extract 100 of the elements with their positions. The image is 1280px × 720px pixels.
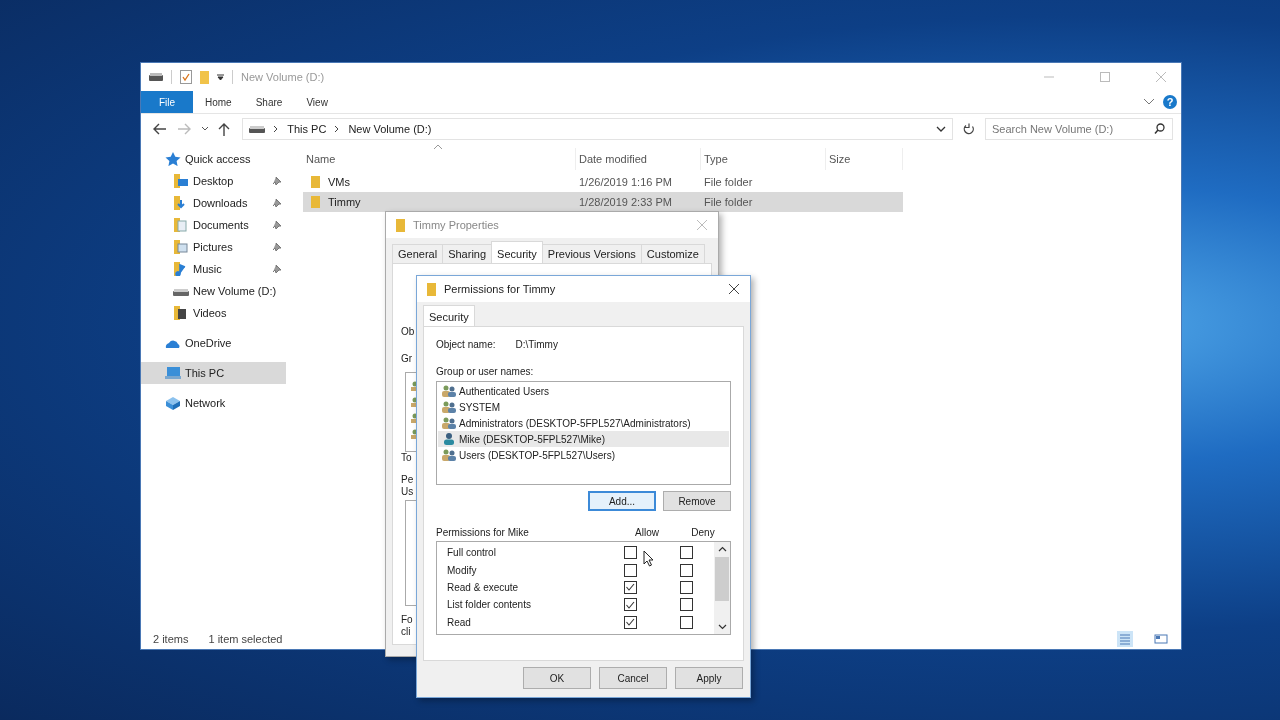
checkbox[interactable] [679, 615, 693, 629]
sidebar-label: New Volume (D:) [193, 285, 278, 297]
sidebar-label: Desktop [193, 175, 235, 187]
file-row[interactable]: VMs 1/26/2019 1:16 PM File folder [303, 172, 903, 192]
sidebar-item[interactable]: Quick access [141, 148, 286, 170]
date-cell-text: 1/28/2019 2:33 PM [578, 196, 673, 208]
dialog-tab[interactable]: Customize [640, 244, 705, 263]
type-cell-text: File folder [703, 196, 754, 208]
label-text: Ob [401, 326, 415, 337]
back-arrow-icon[interactable] [153, 123, 167, 135]
up-arrow-icon[interactable] [218, 122, 231, 136]
dialog-tab[interactable]: Security [491, 241, 543, 263]
checkbox[interactable] [623, 580, 637, 594]
folder-icon [173, 174, 189, 188]
checkbox[interactable] [623, 615, 637, 629]
breadcrumb-item[interactable]: This PC [287, 123, 327, 135]
user-group-icon [442, 417, 456, 429]
ribbon-tab[interactable]: View [294, 91, 340, 113]
checkbox[interactable] [623, 546, 637, 560]
user-list-item[interactable]: Authenticated Users [438, 383, 729, 399]
user-list-item[interactable]: Users (DESKTOP-5FPL527\Users) [438, 447, 729, 463]
caret-icon[interactable] [217, 73, 224, 81]
pin-icon[interactable] [272, 198, 282, 208]
sidebar-item[interactable]: Music [141, 258, 286, 280]
sidebar-item[interactable]: Downloads [141, 192, 286, 214]
status-text: 1 item selected [208, 633, 283, 645]
user-group-icon [442, 401, 456, 413]
pc-icon [165, 366, 181, 380]
folder-icon [311, 196, 320, 208]
scrollbar[interactable] [714, 542, 730, 634]
search-field[interactable]: Search New Volume (D:) [985, 118, 1173, 140]
drive-icon[interactable] [149, 72, 163, 82]
checkbox[interactable] [679, 598, 693, 612]
permission-name: Read [447, 616, 472, 628]
ribbon-tab[interactable]: File [141, 91, 193, 113]
sidebar-item[interactable]: Documents [141, 214, 286, 236]
sidebar-item[interactable]: Desktop [141, 170, 286, 192]
checkbox[interactable] [679, 546, 693, 560]
caret-icon[interactable] [200, 126, 209, 132]
checkbox[interactable] [623, 598, 637, 612]
column-header[interactable]: Size [826, 148, 903, 170]
drive-icon [249, 124, 266, 134]
window-title: New Volume (D:) [241, 71, 325, 83]
sidebar-item[interactable]: Pictures [141, 236, 286, 258]
sidebar-item[interactable]: OneDrive [141, 332, 286, 354]
scroll-up-icon[interactable] [717, 546, 727, 552]
column-header[interactable]: Type [701, 148, 826, 170]
pin-icon[interactable] [272, 242, 282, 252]
file-row[interactable]: Timmy 1/28/2019 2:33 PM File folder [303, 192, 903, 212]
folder-icon [173, 218, 189, 232]
dialog-button[interactable]: Add... [588, 491, 656, 511]
checkbox[interactable] [623, 563, 637, 577]
user-list-item[interactable]: Mike (DESKTOP-5FPL527\Mike) [438, 431, 729, 447]
folder-icon [173, 306, 189, 320]
label-text: Fo [401, 614, 413, 625]
chevron-icon[interactable] [1143, 98, 1155, 106]
sidebar-label: Videos [193, 307, 228, 319]
checklist-icon[interactable] [180, 70, 192, 84]
dialog-button[interactable]: Remove [663, 491, 731, 511]
search-icon[interactable] [1154, 123, 1165, 134]
column-header[interactable]: Date modified [576, 148, 701, 170]
dropdown-icon[interactable] [936, 125, 947, 133]
sidebar-item[interactable]: Videos [141, 302, 286, 324]
permission-name: Modify [447, 564, 478, 576]
column-header: Allow [634, 526, 660, 538]
help-button[interactable]: ? [1163, 95, 1177, 109]
column-header[interactable]: Name [303, 148, 576, 170]
sidebar-item[interactable]: Network [141, 392, 286, 414]
sidebar-item[interactable]: This PC [141, 362, 286, 384]
address-bar[interactable]: This PC New Volume (D:) [242, 118, 954, 140]
user-list-item[interactable]: Administrators (DESKTOP-5FPL527\Administrators) [438, 415, 729, 431]
file-name: VMs [328, 176, 350, 188]
ribbon-tab[interactable]: Share [243, 91, 295, 113]
pin-icon[interactable] [272, 220, 282, 230]
sidebar-item[interactable]: New Volume (D:) [141, 280, 286, 302]
dialog-button[interactable]: OK [523, 667, 591, 689]
folder-icon [427, 282, 436, 296]
dialog-tab[interactable]: General [392, 244, 444, 263]
breadcrumb-item[interactable]: New Volume (D:) [348, 123, 432, 135]
dialog-button[interactable]: Apply [675, 667, 743, 689]
dialog-tab[interactable]: Security [423, 305, 475, 326]
pin-icon[interactable] [272, 264, 282, 274]
ribbon-tab[interactable]: Home [193, 91, 244, 113]
dialog-button[interactable]: Cancel [599, 667, 667, 689]
user-list-item[interactable]: SYSTEM [438, 399, 729, 415]
file-name: Timmy [328, 196, 361, 208]
star-icon [165, 152, 181, 166]
dialog-tab[interactable]: Sharing [442, 244, 493, 263]
pin-icon[interactable] [272, 176, 282, 186]
refresh-icon[interactable] [963, 123, 975, 135]
close-icon[interactable] [728, 283, 740, 295]
scroll-down-icon[interactable] [717, 624, 727, 630]
sidebar-label: Quick access [185, 153, 251, 165]
mouse-cursor-icon [643, 550, 655, 568]
tiles-view-icon[interactable] [1153, 631, 1169, 647]
column-header: Deny [690, 526, 716, 538]
checkbox[interactable] [679, 580, 693, 594]
label-text: cli [401, 626, 411, 637]
label-text: Pe [401, 474, 414, 485]
checkbox[interactable] [679, 563, 693, 577]
